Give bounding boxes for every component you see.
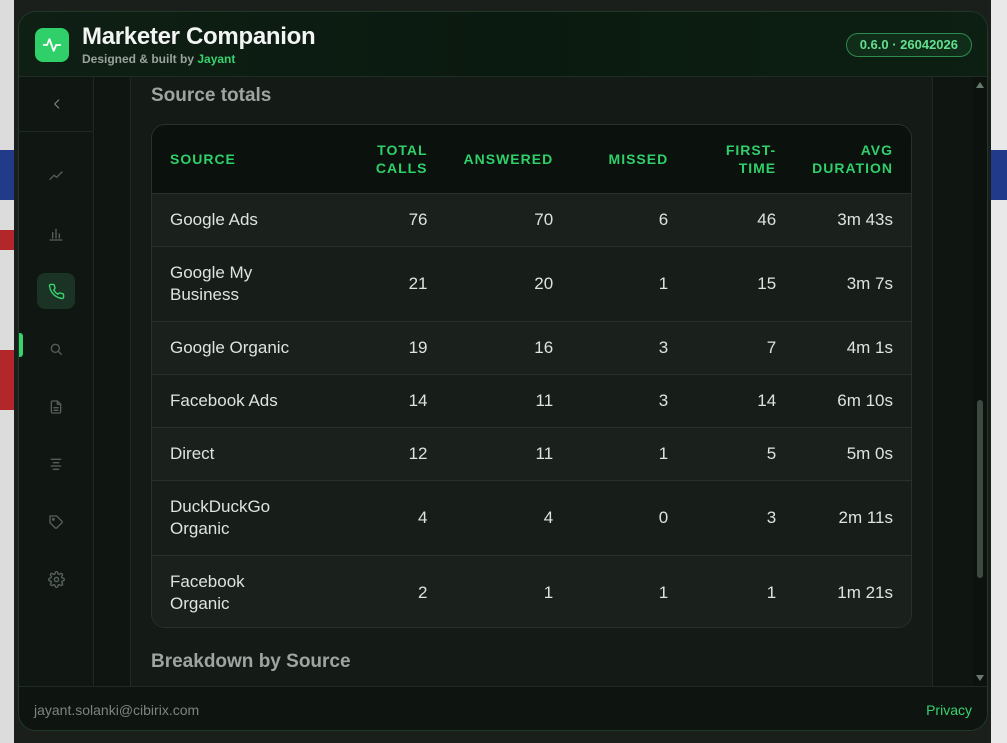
tag-icon (48, 514, 64, 530)
table-row[interactable]: Direct 12 11 1 5 5m 0s (152, 426, 911, 480)
cell-answered: 16 (445, 320, 572, 374)
table-row[interactable]: Google Organic 19 16 3 7 4m 1s (152, 320, 911, 374)
table-row[interactable]: Facebook Ads 14 11 3 14 6m 10s (152, 373, 911, 427)
cell-answered: 11 (445, 426, 572, 480)
column-header-answered[interactable]: ANSWERED (446, 125, 572, 193)
cell-avg-duration: 2m 11s (794, 479, 911, 555)
scrollbar-thumb[interactable] (977, 400, 983, 578)
sidebar-item-search[interactable] (37, 331, 75, 367)
cell-first-time: 14 (686, 373, 795, 427)
table-row[interactable]: DuckDuckGo Organic 4 4 0 3 2m 11s (152, 479, 911, 555)
cell-answered: 1 (445, 554, 572, 627)
table-row[interactable]: Google My Business 21 20 1 15 3m 7s (152, 245, 911, 321)
content-gutter-left (95, 77, 131, 686)
app-title: Marketer Companion (82, 23, 316, 50)
cell-answered: 4 (445, 479, 572, 555)
cell-source: Google My Business (152, 245, 340, 321)
column-header-avg-duration[interactable]: AVG DURATION (794, 125, 911, 193)
column-header-source[interactable]: SOURCE (152, 125, 339, 193)
user-email: jayant.solanki@cibirix.com (34, 702, 200, 718)
cell-answered: 20 (445, 245, 572, 321)
cell-total-calls: 4 (339, 479, 446, 555)
search-icon (48, 341, 64, 357)
section-title-breakdown: Breakdown by Source (151, 651, 351, 672)
document-icon (48, 399, 64, 415)
privacy-link[interactable]: Privacy (926, 702, 972, 718)
cell-avg-duration: 4m 1s (794, 320, 911, 374)
cell-total-calls: 2 (339, 554, 446, 627)
sidebar-item-settings[interactable] (37, 561, 75, 597)
cell-avg-duration: 3m 43s (794, 192, 911, 246)
table-row[interactable]: Facebook Organic 2 1 1 1 1m 21s (152, 554, 911, 627)
author-name: Jayant (197, 52, 236, 66)
cell-first-time: 7 (686, 320, 795, 374)
activity-pulse-icon (35, 28, 69, 62)
sidebar-item-list[interactable] (37, 446, 75, 482)
cell-source: Google Organic (152, 320, 340, 374)
sidebar-item-reports[interactable] (37, 216, 75, 252)
gear-icon (47, 570, 65, 588)
collapse-sidebar-button[interactable] (19, 77, 94, 132)
active-nav-indicator (19, 333, 23, 357)
cell-total-calls: 76 (339, 192, 446, 246)
subtitle-prefix: Designed & built by (82, 52, 195, 66)
sidebar-item-trends[interactable] (37, 158, 75, 194)
sidebar-item-tags[interactable] (37, 504, 75, 540)
cell-answered: 70 (445, 192, 572, 246)
section-title-source-totals: Source totals (151, 85, 272, 106)
cell-answered: 11 (445, 373, 572, 427)
cell-source: Direct (152, 426, 340, 480)
scroll-up-arrow-icon[interactable] (976, 82, 984, 88)
cell-total-calls: 21 (339, 245, 446, 321)
trend-line-icon (48, 168, 64, 184)
source-totals-table: SOURCE TOTAL CALLS ANSWERED MISSED FIRST-… (151, 124, 912, 628)
sidebar (19, 77, 94, 686)
app-footer: jayant.solanki@cibirix.com Privacy (19, 686, 987, 730)
content-gutter-right (933, 77, 973, 686)
bar-chart-icon (48, 226, 64, 242)
desktop-background-right (991, 0, 1007, 743)
cell-avg-duration: 5m 0s (794, 426, 911, 480)
sidebar-item-documents[interactable] (37, 389, 75, 425)
cell-first-time: 46 (686, 192, 795, 246)
cell-missed: 1 (571, 554, 687, 627)
cell-source: Google Ads (152, 192, 340, 246)
cell-missed: 6 (571, 192, 687, 246)
cell-total-calls: 12 (339, 426, 446, 480)
cell-total-calls: 19 (339, 320, 446, 374)
table-row[interactable]: Google Ads 76 70 6 46 3m 43s (152, 192, 911, 246)
cell-first-time: 15 (686, 245, 795, 321)
app-window: Marketer Companion Designed & built by J… (18, 11, 988, 731)
chevron-left-icon (50, 97, 64, 111)
cell-first-time: 5 (686, 426, 795, 480)
cell-first-time: 3 (686, 479, 795, 555)
scroll-down-arrow-icon[interactable] (976, 675, 984, 681)
table-header-row: SOURCE TOTAL CALLS ANSWERED MISSED FIRST-… (152, 125, 911, 193)
column-header-first-time[interactable]: FIRST- TIME (686, 125, 794, 193)
phone-icon (48, 283, 65, 300)
cell-missed: 3 (571, 320, 687, 374)
main-content: Source totals SOURCE TOTAL CALLS ANSWERED… (131, 77, 933, 686)
cell-first-time: 1 (686, 554, 795, 627)
cell-source: Facebook Organic (152, 554, 340, 627)
cell-missed: 1 (571, 245, 687, 321)
app-subtitle: Designed & built by Jayant (82, 52, 235, 66)
cell-avg-duration: 1m 21s (794, 554, 911, 627)
sidebar-item-calls[interactable] (37, 273, 75, 309)
version-badge: 0.6.0 · 26042026 (845, 33, 972, 57)
cell-total-calls: 14 (339, 373, 446, 427)
align-center-icon (48, 456, 64, 472)
cell-source: Facebook Ads (152, 373, 340, 427)
cell-source: DuckDuckGo Organic (152, 479, 340, 555)
desktop-background-left (0, 0, 14, 743)
column-header-missed[interactable]: MISSED (571, 125, 686, 193)
app-header: Marketer Companion Designed & built by J… (19, 12, 987, 77)
column-header-total-calls[interactable]: TOTAL CALLS (339, 125, 445, 193)
cell-missed: 0 (571, 479, 687, 555)
cell-avg-duration: 3m 7s (794, 245, 911, 321)
cell-missed: 1 (571, 426, 687, 480)
cell-missed: 3 (571, 373, 687, 427)
vertical-scrollbar[interactable] (973, 77, 987, 686)
cell-avg-duration: 6m 10s (794, 373, 911, 427)
